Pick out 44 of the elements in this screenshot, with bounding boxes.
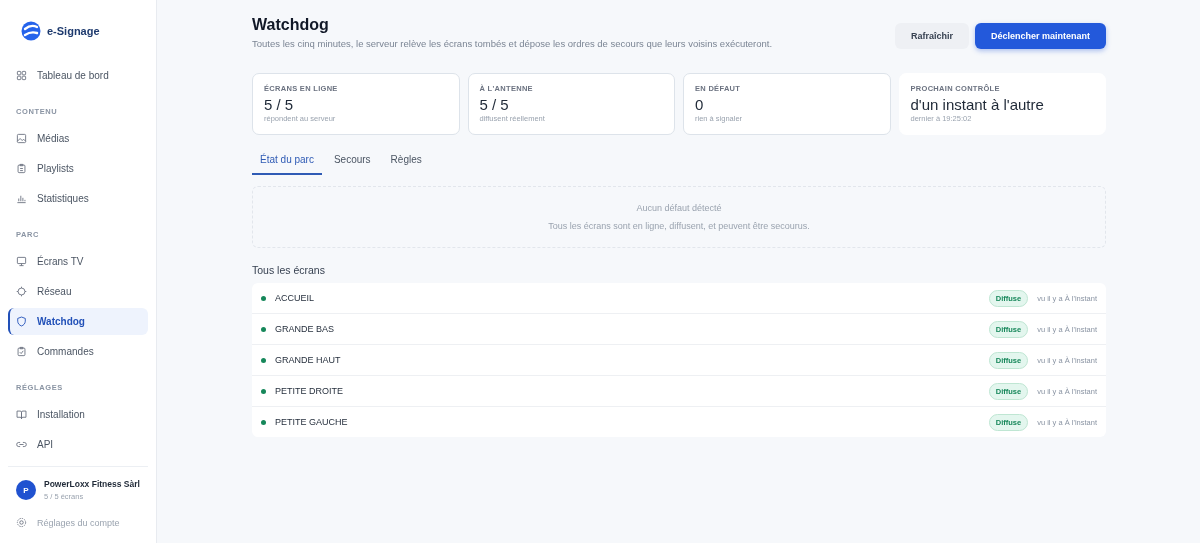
- circle-icon: [16, 286, 27, 297]
- clipboard-icon: [16, 163, 27, 174]
- image-icon: [16, 133, 27, 144]
- screen-name: GRANDE HAUT: [275, 355, 342, 365]
- shield-icon: [16, 316, 27, 327]
- nav-item[interactable]: Écrans TV: [8, 248, 148, 275]
- nav-item[interactable]: Tableau de bord: [8, 62, 148, 89]
- tab[interactable]: Règles: [382, 150, 430, 175]
- settings-icon: [16, 517, 27, 528]
- nav-item[interactable]: Commandes: [8, 338, 148, 365]
- bars-icon: [16, 193, 27, 204]
- stat-value: d'un instant à l'autre: [910, 96, 1045, 113]
- book-icon: [16, 409, 27, 420]
- tab[interactable]: Secours: [325, 150, 379, 175]
- screen-name: ACCUEIL: [275, 293, 315, 303]
- nav-item[interactable]: Playlists: [8, 155, 148, 182]
- nav-item[interactable]: Installation: [8, 401, 148, 428]
- avatar: P: [16, 480, 36, 500]
- stat-value: 5 / 5: [479, 96, 510, 113]
- monitor-icon: [16, 256, 27, 267]
- link-icon: [16, 439, 27, 450]
- page-title: Watchdog: [252, 16, 330, 34]
- stat-value: 5 / 5: [264, 96, 295, 113]
- brand-name: e-Signage: [47, 25, 100, 37]
- section-title: Tous les écrans: [252, 264, 326, 276]
- screen-name: PETITE GAUCHE: [275, 417, 349, 427]
- grid-icon: [16, 70, 27, 81]
- screen-name: PETITE DROITE: [275, 386, 344, 396]
- account-name: PowerLoxx Fitness Sàrl: [44, 479, 140, 489]
- tab[interactable]: État du parc: [252, 150, 322, 175]
- stat-value: 0: [695, 96, 705, 113]
- nav-item[interactable]: Médias: [8, 125, 148, 152]
- nav-item[interactable]: Statistiques: [8, 185, 148, 212]
- logo-icon: [21, 21, 41, 41]
- screen-name: GRANDE BAS: [275, 324, 335, 334]
- nav-item[interactable]: Watchdog: [8, 308, 148, 335]
- nav-item[interactable]: API: [8, 431, 148, 458]
- check-icon: [16, 346, 27, 357]
- trigger-button[interactable]: Déclencher maintenant: [974, 23, 1106, 49]
- page-description: Toutes les cinq minutes, le serveur relève les écrans tombés et dépose les ordres de secours que leurs voisins exécuteront.: [252, 38, 773, 49]
- nav-item[interactable]: Réseau: [8, 278, 148, 305]
- refresh-button[interactable]: Rafraîchir: [894, 23, 969, 49]
- empty-state-message: Tous les écrans sont en ligne, diffusent, et peuvent être secourus.: [548, 221, 810, 231]
- empty-state-title: Aucun défaut détecté: [636, 203, 722, 213]
